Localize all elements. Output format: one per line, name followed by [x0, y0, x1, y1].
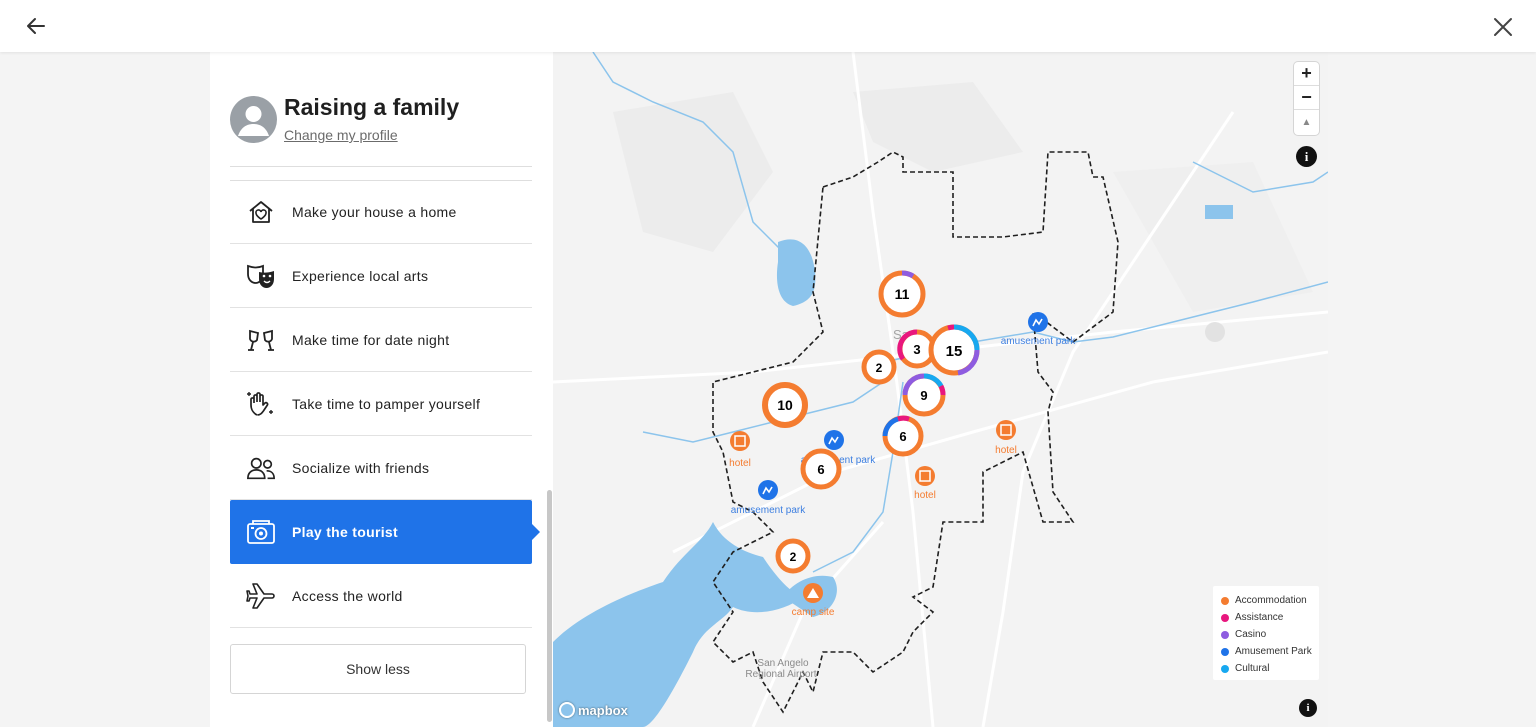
- camera-icon: [246, 517, 276, 547]
- activity-menu: Make your house a home Experience local …: [230, 180, 540, 628]
- top-bar: [0, 0, 1536, 52]
- map-legend: Accommodation Assistance Casino Amusemen…: [1213, 586, 1319, 680]
- poi-amusement-park[interactable]: amusement park: [731, 480, 806, 516]
- legend-dot: [1221, 664, 1229, 673]
- cluster-count: 9: [920, 388, 927, 403]
- cluster-marker[interactable]: 6: [800, 448, 842, 490]
- close-x-icon[interactable]: [1492, 16, 1514, 38]
- cluster-marker[interactable]: 11: [878, 270, 926, 318]
- attribution-info-icon[interactable]: i: [1299, 699, 1317, 717]
- menu-item-local-arts[interactable]: Experience local arts: [230, 244, 532, 308]
- airport-label-line-2: Regional Airport: [745, 669, 816, 680]
- cluster-count: 10: [777, 397, 793, 413]
- menu-item-label: Access the world: [292, 587, 403, 604]
- menu-item-label: Make time for date night: [292, 331, 450, 348]
- legend-item: Casino: [1221, 626, 1319, 643]
- cluster-marker[interactable]: 10: [762, 382, 808, 428]
- menu-item-play-tourist[interactable]: Play the tourist: [230, 500, 540, 564]
- poi-label: hotel: [914, 490, 936, 501]
- menu-item-pamper[interactable]: Take time to pamper yourself: [230, 372, 532, 436]
- legend-item: Assistance: [1221, 609, 1319, 626]
- poi-label: camp site: [792, 607, 835, 618]
- cluster-marker[interactable]: 6: [882, 415, 924, 457]
- menu-item-house-home[interactable]: Make your house a home: [230, 180, 532, 244]
- menu-item-label: Experience local arts: [292, 267, 429, 284]
- zoom-in-button[interactable]: +: [1294, 62, 1319, 86]
- profile-header: Raising a family Change my profile: [230, 94, 532, 154]
- zoom-out-button[interactable]: −: [1294, 86, 1319, 110]
- user-avatar-icon: [238, 106, 269, 136]
- panel-scrollbar[interactable]: [547, 490, 552, 722]
- info-icon[interactable]: i: [1296, 146, 1317, 167]
- menu-item-socialize[interactable]: Socialize with friends: [230, 436, 532, 500]
- legend-item: Accommodation: [1221, 592, 1319, 609]
- airport-label-line-1: San Angelo: [757, 658, 809, 669]
- legend-dot: [1221, 596, 1229, 605]
- poi-hotel[interactable]: hotel: [995, 420, 1017, 456]
- change-profile-link[interactable]: Change my profile: [284, 127, 398, 143]
- menu-item-label: Make your house a home: [292, 203, 457, 220]
- poi-label: hotel: [729, 458, 751, 469]
- side-panel: Raising a family Change my profile Make …: [210, 52, 553, 727]
- legend-item: Amusement Park: [1221, 643, 1319, 660]
- cheers-glasses-icon: [246, 325, 276, 355]
- theater-masks-icon: [246, 261, 276, 291]
- poi-label: amusement park: [1001, 336, 1076, 347]
- show-less-button[interactable]: Show less: [230, 644, 526, 694]
- cluster-count: 2: [876, 361, 883, 375]
- cluster-count: 15: [946, 343, 963, 360]
- menu-item-label: Socialize with friends: [292, 459, 430, 476]
- sparkle-hand-icon: [246, 389, 276, 419]
- cluster-count: 2: [790, 550, 797, 564]
- page-background: [1328, 52, 1536, 727]
- legend-dot: [1221, 647, 1229, 656]
- divider: [230, 166, 532, 167]
- cluster-count: 6: [899, 429, 906, 444]
- airplane-icon: [246, 581, 276, 611]
- cluster-marker[interactable]: 9: [902, 373, 946, 417]
- map-zoom-controls: + − ▲: [1294, 62, 1319, 135]
- map-canvas: San San Angelo Regional Airport amusemen…: [553, 52, 1328, 727]
- legend-dot: [1221, 630, 1229, 639]
- poi-label: amusement park: [731, 505, 806, 516]
- cluster-marker[interactable]: 2: [861, 349, 897, 385]
- arrow-left-icon[interactable]: [24, 14, 48, 38]
- poi-amusement-park[interactable]: amusement park: [1001, 312, 1076, 347]
- mapbox-logo[interactable]: mapbox: [559, 702, 628, 718]
- profile-name: Raising a family: [284, 94, 460, 120]
- avatar: [230, 96, 277, 143]
- menu-item-access-world[interactable]: Access the world: [230, 564, 532, 628]
- legend-dot: [1221, 613, 1229, 622]
- map-view[interactable]: San San Angelo Regional Airport amusemen…: [553, 52, 1328, 727]
- mapbox-mark-icon: [559, 702, 575, 718]
- poi-hotel[interactable]: hotel: [914, 466, 936, 501]
- cluster-count: 3: [913, 342, 920, 357]
- compass-button[interactable]: ▲: [1294, 110, 1319, 134]
- cluster-marker[interactable]: 15: [928, 324, 980, 376]
- poi-hotel[interactable]: hotel: [729, 431, 751, 469]
- poi-label: hotel: [995, 445, 1017, 456]
- menu-item-label: Take time to pamper yourself: [292, 395, 481, 412]
- menu-item-date-night[interactable]: Make time for date night: [230, 308, 532, 372]
- people-icon: [246, 453, 276, 483]
- menu-item-label: Play the tourist: [292, 523, 398, 540]
- cluster-marker[interactable]: 2: [775, 538, 811, 574]
- house-heart-icon: [246, 197, 276, 227]
- legend-item: Cultural: [1221, 660, 1319, 677]
- cluster-count: 6: [817, 462, 824, 477]
- cluster-count: 11: [895, 286, 910, 302]
